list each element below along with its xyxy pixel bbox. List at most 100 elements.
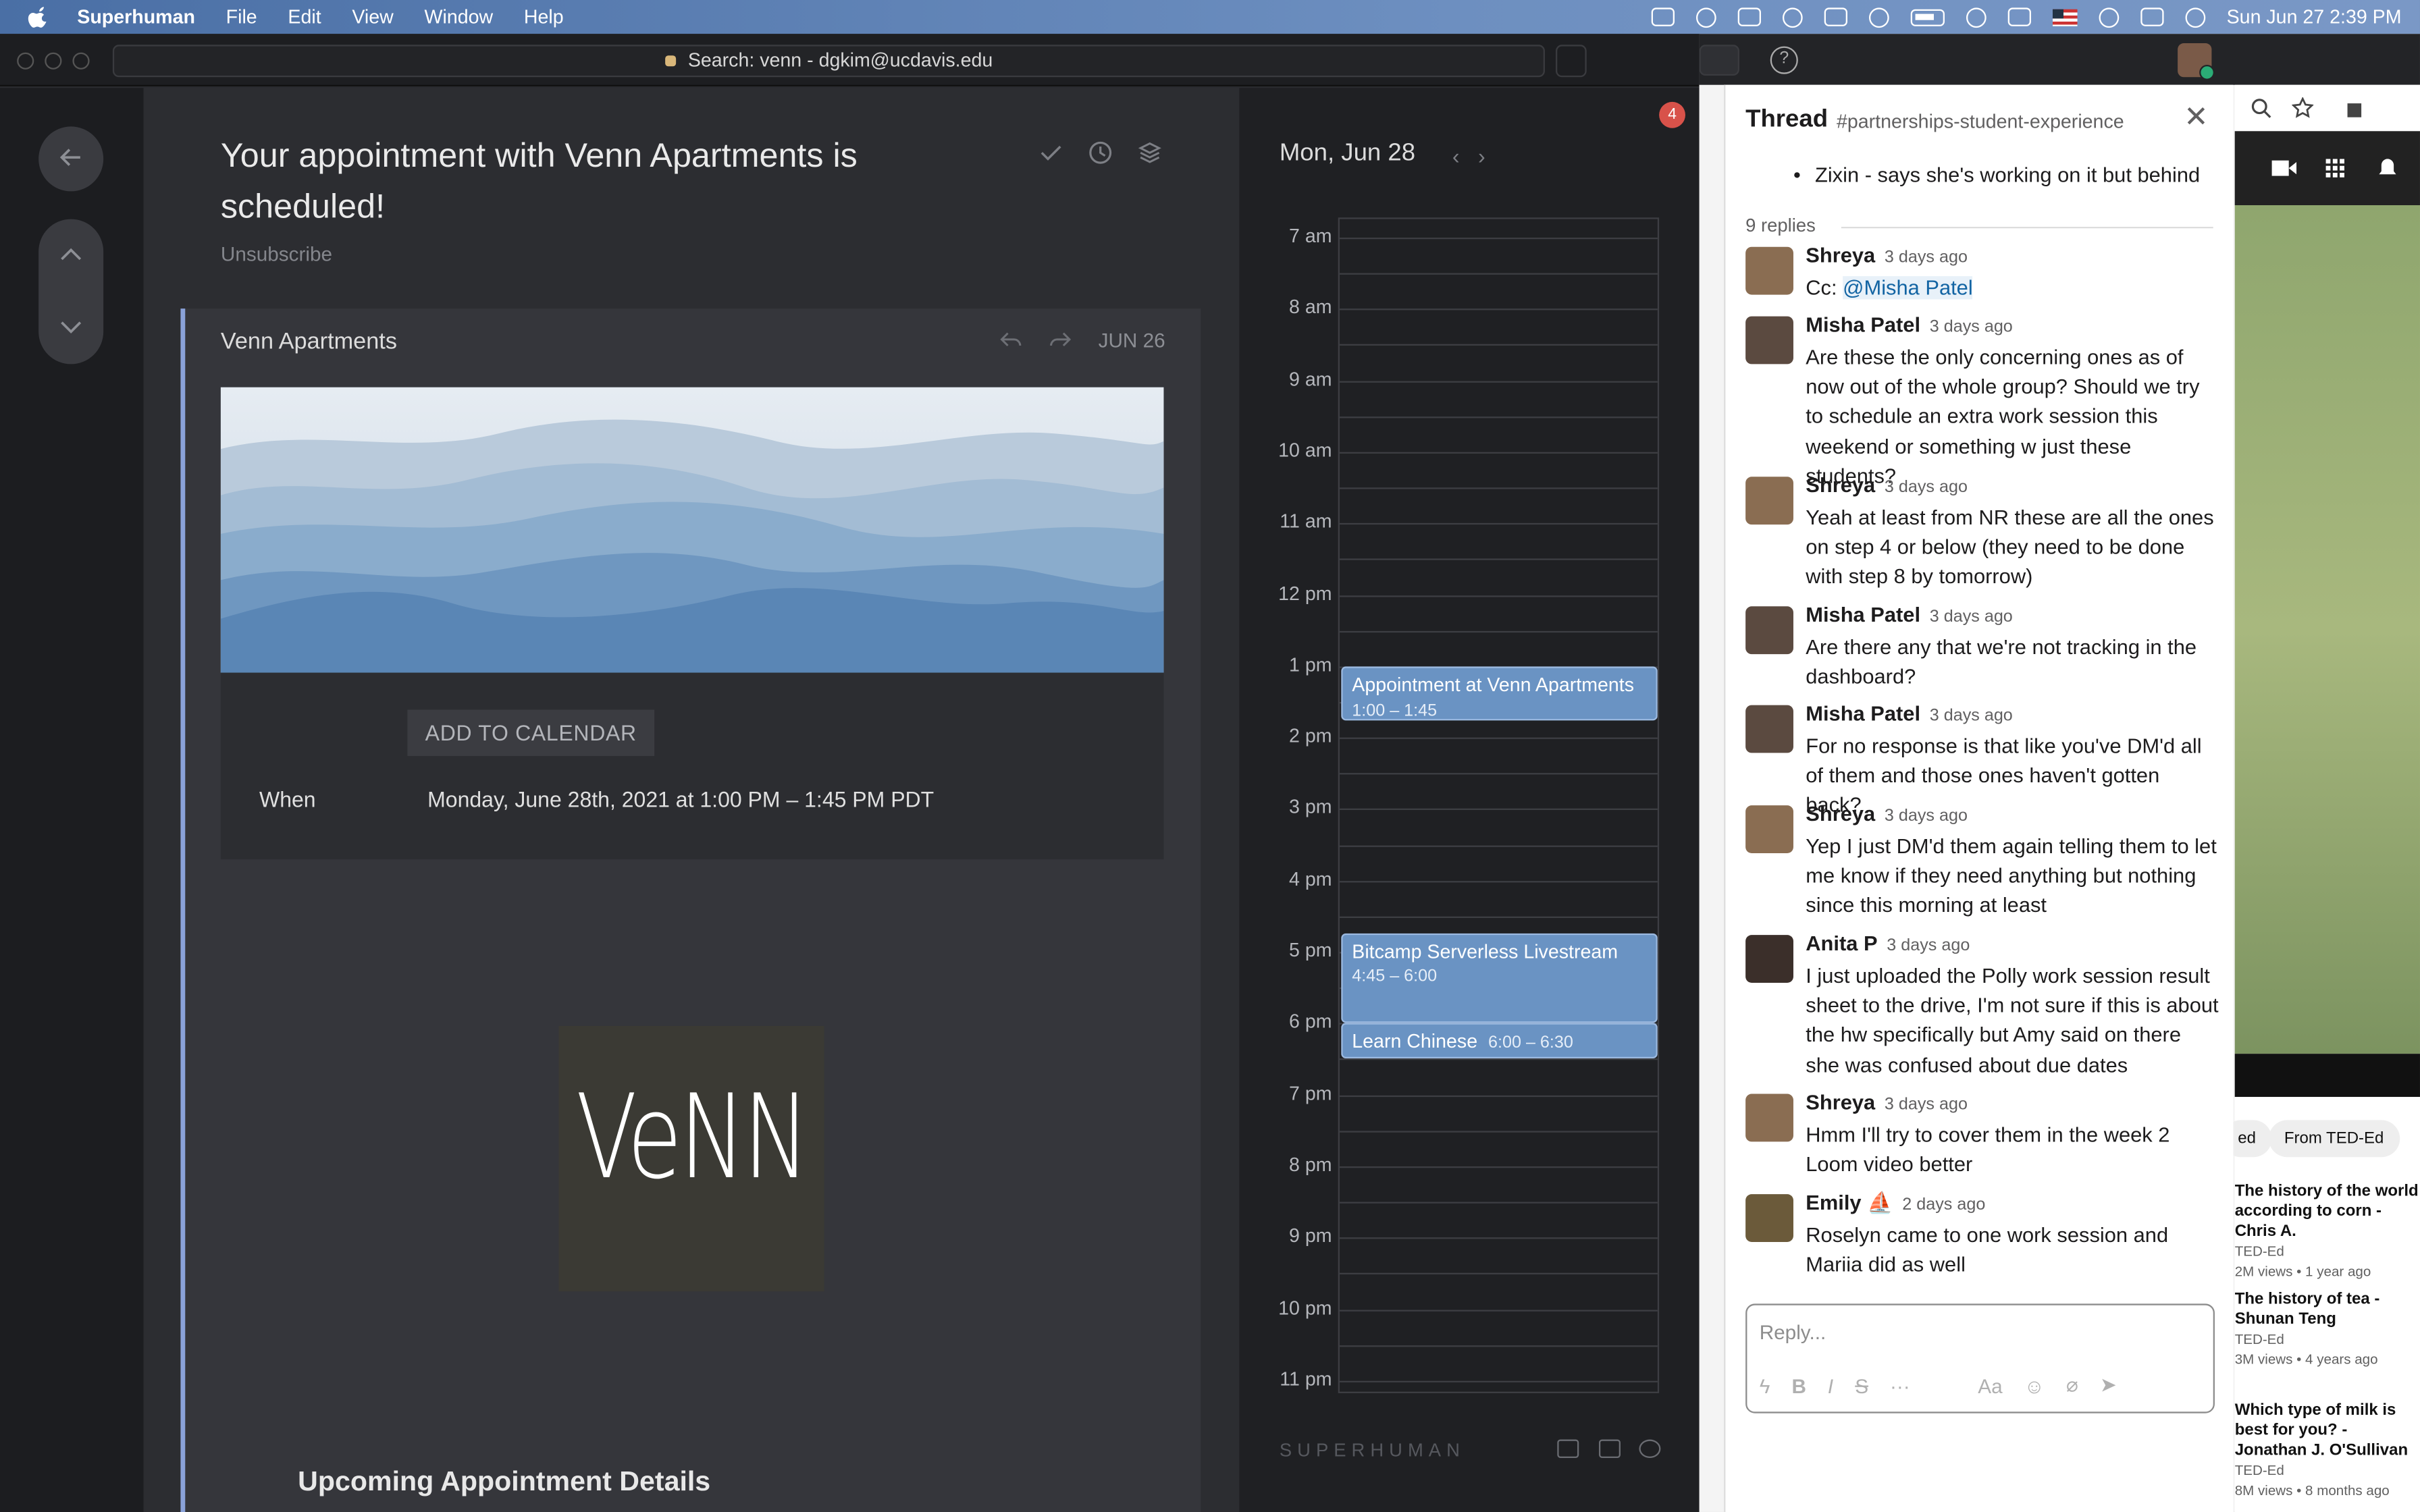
cloud-icon[interactable]	[1782, 7, 1803, 27]
avatar[interactable]	[1745, 246, 1793, 295]
message-time[interactable]: 3 days ago	[1930, 318, 2013, 336]
message-time[interactable]: 3 days ago	[1885, 248, 1968, 267]
send-icon[interactable]: ➤	[2100, 1373, 2117, 1398]
calendar-event[interactable]: Learn Chinese 6:00 – 6:30	[1341, 1023, 1658, 1059]
video-controls[interactable]	[2234, 1054, 2420, 1098]
message-author[interactable]: Shreya 3 days ago	[1806, 1091, 1968, 1114]
create-video-icon[interactable]	[2271, 159, 2297, 177]
back-button[interactable]	[38, 126, 104, 192]
menu-view[interactable]: View	[352, 6, 393, 28]
message-time[interactable]: 3 days ago	[1885, 479, 1968, 497]
calendar-event[interactable]: Bitcamp Serverless Livestream 4:45 – 6:0…	[1341, 934, 1658, 1024]
forward-icon[interactable]	[1049, 329, 1071, 350]
message-time[interactable]: 3 days ago	[1885, 1096, 1968, 1114]
calendar-prev-day-button[interactable]: ‹	[1452, 144, 1460, 169]
play-icon[interactable]	[1868, 7, 1889, 27]
bartender-icon[interactable]	[1824, 7, 1847, 26]
menu-app-name[interactable]: Superhuman	[77, 6, 195, 28]
battery-icon[interactable]	[1910, 8, 1945, 26]
message-author[interactable]: Shreya 3 days ago	[1806, 803, 1968, 826]
reply-input[interactable]: Reply...	[1760, 1321, 1826, 1344]
user-avatar[interactable]	[2178, 43, 2215, 80]
avatar[interactable]	[1745, 935, 1793, 983]
text-format-icon[interactable]: Aa	[1978, 1374, 2002, 1397]
message-time[interactable]: 2 days ago	[1902, 1195, 1985, 1214]
previous-message-button[interactable]	[38, 219, 103, 292]
menu-file[interactable]: File	[226, 6, 257, 28]
brightness-icon[interactable]	[1695, 7, 1716, 27]
siri-icon[interactable]	[2184, 7, 2205, 27]
wifi-icon[interactable]	[1966, 7, 1987, 27]
user-mention[interactable]: @Misha Patel	[1843, 276, 1973, 300]
more-formatting-icon[interactable]: ···	[1890, 1374, 1910, 1397]
message-author[interactable]: Shreya 3 days ago	[1806, 244, 1968, 267]
bookmark-star-icon[interactable]	[2292, 97, 2314, 119]
notifications-bell-icon[interactable]	[2377, 157, 2398, 179]
menu-help[interactable]: Help	[524, 6, 564, 28]
thread-channel[interactable]: #partnerships-student-experience	[1837, 111, 2124, 133]
bold-icon[interactable]: B	[1791, 1374, 1806, 1397]
reply-icon[interactable]	[999, 329, 1021, 350]
attach-paperclip-icon[interactable]: ⌀	[2066, 1373, 2078, 1398]
zoom-search-icon[interactable]	[2251, 97, 2272, 119]
italic-icon[interactable]: I	[1828, 1374, 1833, 1397]
message-author[interactable]: Shreya 3 days ago	[1806, 474, 1968, 497]
avatar[interactable]	[1745, 805, 1793, 853]
emoji-icon[interactable]: ☺	[2024, 1374, 2045, 1397]
notification-badge[interactable]: 4	[1659, 101, 1685, 128]
help-icon[interactable]: ?	[1770, 46, 1798, 74]
add-to-calendar-button[interactable]: ADD TO CALENDAR	[407, 709, 655, 756]
sender-name[interactable]: Venn Apartments	[221, 329, 397, 355]
message-time[interactable]: 3 days ago	[1930, 707, 2013, 725]
related-video-item[interactable]: The history of tea - Shunan Teng TED-Ed …	[2235, 1290, 2420, 1370]
menu-window[interactable]: Window	[425, 6, 494, 28]
menu-clock[interactable]: Sun Jun 27 2:39 PM	[2227, 6, 2402, 28]
calendar-next-day-button[interactable]: ›	[1478, 144, 1485, 169]
avatar[interactable]	[1745, 1194, 1793, 1242]
related-video-item[interactable]: The history of the world according to co…	[2235, 1182, 2420, 1282]
mark-done-icon[interactable]	[1038, 140, 1063, 165]
message-time[interactable]: 3 days ago	[1887, 936, 1970, 954]
message-author[interactable]: Misha Patel 3 days ago	[1806, 313, 2013, 336]
strikethrough-icon[interactable]: S	[1855, 1374, 1868, 1397]
screenshot-icon[interactable]	[1737, 7, 1761, 26]
input-source-flag-icon[interactable]	[2052, 8, 2077, 26]
avatar[interactable]	[1745, 477, 1793, 525]
close-window-button[interactable]	[17, 52, 34, 70]
message-author[interactable]: Misha Patel 3 days ago	[1806, 702, 2013, 725]
calendar-icon[interactable]	[1598, 1439, 1621, 1458]
reply-composer[interactable]: Reply... ϟ B I S ··· Aa ☺ ⌀ ➤	[1745, 1303, 2215, 1413]
zoom-window-button[interactable]	[72, 52, 90, 70]
comments-icon[interactable]	[1557, 1439, 1579, 1458]
next-message-button[interactable]	[38, 292, 103, 364]
search-bar[interactable]: Search: venn - dgkim@ucdavis.edu	[112, 45, 1545, 78]
zoom-icon[interactable]	[1651, 7, 1675, 26]
close-thread-button[interactable]: ✕	[2184, 101, 2208, 136]
labels-icon[interactable]	[1138, 140, 1163, 165]
bluetooth-icon[interactable]	[2007, 7, 2031, 26]
related-video-item[interactable]: Which type of milk is best for you? - Jo…	[2235, 1401, 2420, 1501]
message-author[interactable]: Emily ⛵ 2 days ago	[1806, 1191, 1985, 1216]
extensions-icon[interactable]	[2344, 97, 2366, 119]
window-action-button[interactable]	[1555, 45, 1587, 78]
message-author[interactable]: Misha Patel 3 days ago	[1806, 603, 2013, 626]
settings-gear-icon[interactable]	[1639, 1439, 1661, 1458]
avatar[interactable]	[1745, 705, 1793, 753]
video-player[interactable]	[2234, 205, 2420, 1054]
control-center-icon[interactable]	[2140, 7, 2163, 26]
unsubscribe-link[interactable]: Unsubscribe	[221, 242, 332, 265]
calendar-event[interactable]: Appointment at Venn Apartments 1:00 – 1:…	[1341, 666, 1658, 720]
minimize-window-button[interactable]	[45, 52, 62, 70]
avatar[interactable]	[1745, 316, 1793, 364]
day-grid[interactable]: Appointment at Venn Apartments 1:00 – 1:…	[1338, 217, 1660, 1393]
apps-grid-icon[interactable]	[2325, 159, 2344, 178]
avatar[interactable]	[1745, 1094, 1793, 1142]
spotlight-search-icon[interactable]	[2098, 7, 2119, 27]
message-time[interactable]: 3 days ago	[1930, 608, 2013, 626]
message-author[interactable]: Anita P3 days ago	[1806, 932, 1970, 955]
apple-icon[interactable]	[28, 6, 49, 28]
avatar[interactable]	[1745, 606, 1793, 655]
browser-tab[interactable]	[1699, 45, 1739, 76]
message-time[interactable]: 3 days ago	[1885, 807, 1968, 825]
remind-me-icon[interactable]	[1088, 140, 1113, 165]
